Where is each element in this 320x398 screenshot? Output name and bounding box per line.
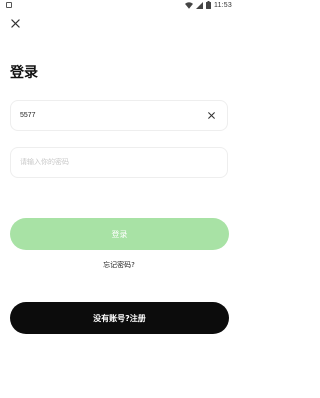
password-input[interactable] [20,148,200,177]
battery-icon [206,1,211,9]
username-field [10,100,228,131]
username-input[interactable] [20,101,200,130]
close-button[interactable] [8,16,22,30]
password-field [10,147,228,178]
signal-icon [196,1,203,9]
login-button[interactable]: 登录 [10,218,229,250]
register-button[interactable]: 没有账号?注册 [10,302,229,334]
page-title: 登录 [10,65,38,81]
status-icons: 11:53 [185,1,232,9]
status-time: 11:53 [214,1,232,9]
clear-icon [208,112,215,119]
clear-username-button[interactable] [207,111,216,120]
notification-app-icon [6,2,12,8]
status-bar: 11:53 [0,0,238,12]
forgot-password-link[interactable]: 忘记密码? [0,260,238,270]
wifi-icon [185,1,193,9]
close-icon [10,18,20,28]
